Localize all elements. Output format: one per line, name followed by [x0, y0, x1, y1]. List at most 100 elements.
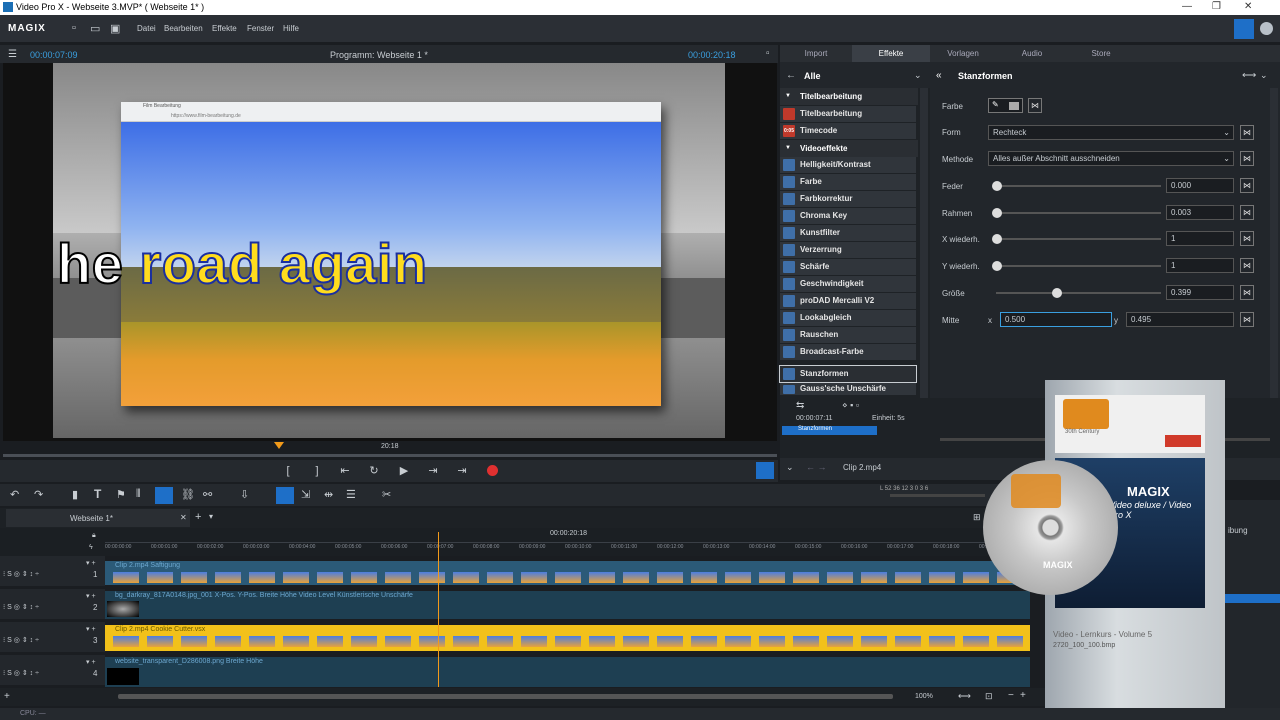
prev-marker-icon[interactable]: ⇤ — [338, 464, 352, 478]
new-file-icon[interactable]: ▫ — [72, 22, 76, 34]
pointer-tool-icon[interactable] — [276, 487, 294, 504]
preview-timecode-right[interactable]: 00:00:20:18 — [688, 50, 736, 60]
effect-chroma-key[interactable]: Chroma Key — [780, 208, 916, 224]
keyframe-track[interactable]: Stanzformen — [782, 426, 877, 435]
range-tool-icon[interactable]: ⇲ — [301, 488, 310, 501]
chevron-down-icon[interactable]: ⌄ — [1260, 70, 1268, 81]
xwied-slider[interactable] — [996, 238, 1161, 240]
unlink-icon[interactable]: ⚯ — [203, 488, 212, 501]
scrub-track[interactable] — [3, 454, 777, 457]
keyframe-nav-icon[interactable]: ⇆ — [796, 400, 804, 411]
keyframe-button[interactable]: ⋈ — [1240, 312, 1254, 327]
video-frame[interactable]: Film Bearbeitung https://www.film-bearbe… — [53, 63, 725, 438]
back-arrow-icon[interactable]: ← — [786, 70, 796, 81]
menu-fenster[interactable]: Fenster — [247, 24, 274, 33]
tab-vorlagen[interactable]: Vorlagen — [930, 45, 996, 62]
add-track-icon[interactable]: + — [4, 691, 10, 702]
track-lane-1[interactable]: Clip 2.mp4 Saftigung — [105, 561, 1030, 585]
effect-stanzformen[interactable]: Stanzformen — [779, 365, 917, 383]
keyframe-button[interactable]: ⋈ — [1240, 205, 1254, 220]
track-controls-icon[interactable]: ⁝ S ◎ ⇕ ↕ ÷ — [3, 603, 39, 611]
chevron-down-icon[interactable]: ⌄ — [914, 70, 922, 81]
track-header-1[interactable]: ⁝ S ◎ ⇕ ↕ ÷ ▾ + 1 — [0, 556, 105, 586]
stretch-tool-icon[interactable]: ⇹ — [324, 488, 333, 501]
tab-effekte[interactable]: Effekte — [852, 45, 930, 62]
compare-icon[interactable]: ⟷ — [1242, 70, 1256, 81]
mark-in-icon[interactable]: [ — [281, 464, 295, 478]
category-videoeffekte[interactable]: ▼ Videoeffekte — [780, 140, 918, 157]
record-icon[interactable] — [487, 465, 498, 476]
effect-rauschen[interactable]: Rauschen — [780, 327, 916, 343]
effect-farbe[interactable]: Farbe — [780, 174, 916, 190]
next-frame-icon[interactable]: ⇥ — [426, 464, 440, 478]
keyframe-tools-icon[interactable]: ⋄ ▪ ▫ — [842, 400, 859, 411]
marker-icon[interactable]: ⚑ — [116, 488, 126, 501]
timeline-ruler[interactable]: 00:00:00:00 00:00:01:00 00:00:02:00 00:00:0… — [105, 542, 1030, 556]
zoom-level[interactable]: 100% — [915, 693, 933, 700]
rahmen-input[interactable]: 0.003 — [1166, 205, 1234, 220]
effect-lookabgleich[interactable]: Lookabgleich — [780, 310, 916, 326]
track-controls-icon[interactable]: ⁝ S ◎ ⇕ ↕ ÷ — [3, 669, 39, 677]
effect-schaerfe[interactable]: Schärfe — [780, 259, 916, 275]
track-header-3[interactable]: ⁝ S ◎ ⇕ ↕ ÷ ▾ + 3 — [0, 622, 105, 652]
effects-filter-label[interactable]: Alle — [804, 71, 821, 81]
mitte-y-input[interactable]: 0.495 — [1126, 312, 1234, 327]
tab-audio[interactable]: Audio — [996, 45, 1068, 62]
fit-icon[interactable]: ⟷ — [958, 691, 971, 702]
collapse-icon[interactable]: « — [936, 70, 942, 81]
lock-icon[interactable]: 🔒︎ — [92, 532, 96, 540]
help-icon[interactable] — [1260, 22, 1273, 35]
effect-helligkeit[interactable]: Helligkeit/Kontrast — [780, 157, 916, 173]
track-controls-icon[interactable]: ⁝ S ◎ ⇕ ↕ ÷ — [3, 570, 39, 578]
feder-slider[interactable] — [996, 185, 1161, 187]
keyframe-button[interactable]: ⋈ — [1240, 151, 1254, 166]
zoom-out-icon[interactable]: − — [1008, 690, 1014, 701]
mark-out-icon[interactable]: ] — [310, 464, 324, 478]
effect-kunstfilter[interactable]: Kunstfilter — [780, 225, 916, 241]
track-header-2[interactable]: ⁝ S ◎ ⇕ ↕ ÷ ▾ + 2 — [0, 589, 105, 619]
menu-icon[interactable]: ☰ — [8, 49, 17, 60]
zoom-to-fit-icon[interactable]: ⊡ — [985, 691, 993, 702]
menu-effekte[interactable]: Effekte — [212, 24, 237, 33]
xwied-slider-knob[interactable] — [992, 234, 1002, 244]
playhead-marker[interactable] — [274, 442, 284, 449]
params-scrollbar[interactable] — [1270, 88, 1278, 398]
effect-verzerrung[interactable]: Verzerrung — [780, 242, 916, 258]
nav-arrows-icon[interactable]: ← → — [806, 462, 827, 472]
effects-scrollbar[interactable] — [920, 88, 928, 398]
save-icon[interactable]: ▣ — [110, 22, 120, 35]
open-folder-icon[interactable]: ▭ — [90, 22, 100, 35]
effect-titelbearbeitung[interactable]: Titelbearbeitung — [780, 106, 916, 122]
menu-datei[interactable]: Datei — [137, 24, 156, 33]
title-tool-icon[interactable]: T — [94, 487, 101, 501]
xwied-input[interactable]: 1 — [1166, 231, 1234, 246]
menu-hilfe[interactable]: Hilfe — [283, 24, 299, 33]
scissors-icon[interactable]: ✂ — [382, 488, 391, 501]
effect-mercalli[interactable]: proDAD Mercalli V2 — [780, 293, 916, 309]
track-options-icon[interactable]: ▾ + — [86, 592, 96, 600]
side-panel-selection[interactable] — [1222, 594, 1280, 603]
rahmen-slider[interactable] — [996, 212, 1161, 214]
rahmen-slider-knob[interactable] — [992, 208, 1002, 218]
loop-icon[interactable]: ↻ — [367, 464, 381, 478]
form-select[interactable]: Rechteck ⌄ — [988, 125, 1234, 140]
track-options-icon[interactable]: ▾ + — [86, 658, 96, 666]
timeline-playhead[interactable] — [438, 532, 439, 687]
link-icon[interactable]: ⛓ — [181, 488, 195, 501]
keyframe-button[interactable]: ⋈ — [1240, 258, 1254, 273]
effect-broadcast-farbe[interactable]: Broadcast-Farbe — [780, 344, 916, 360]
close-button[interactable]: ✕ — [1244, 1, 1252, 12]
category-titelbearbeitung[interactable]: ▼ Titelbearbeitung — [780, 88, 918, 105]
track-lane-3-selected-clip[interactable]: Clip 2.mp4 Cookie Cutter.vsx — [105, 625, 1030, 651]
groesse-slider-knob[interactable] — [1052, 288, 1063, 298]
insert-icon[interactable]: ⇩ — [240, 488, 249, 501]
feder-input[interactable]: 0.000 — [1166, 178, 1234, 193]
ywied-slider[interactable] — [996, 265, 1161, 267]
tab-webseite[interactable]: Webseite 1* ✕ — [6, 509, 190, 527]
collapse-down-icon[interactable]: ⌄ — [786, 462, 794, 473]
fx-lightning-icon[interactable] — [756, 462, 774, 479]
keyframe-button[interactable]: ⋈ — [1028, 98, 1042, 113]
effect-geschwindigkeit[interactable]: Geschwindigkeit — [780, 276, 916, 292]
tab-import[interactable]: Import — [780, 45, 852, 62]
maximize-preview-icon[interactable]: ▫ — [766, 48, 770, 59]
